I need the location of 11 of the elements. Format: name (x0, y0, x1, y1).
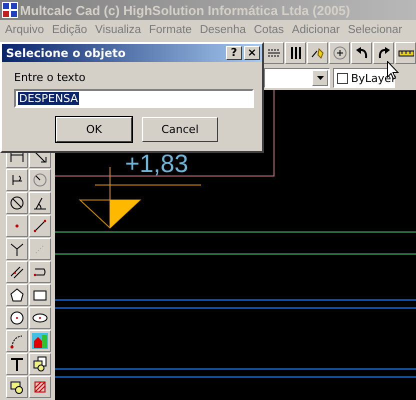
dialog-button[interactable]: Cancel (142, 117, 218, 142)
text-input-field[interactable]: DESPENSA (14, 89, 254, 108)
help-button[interactable]: ? (226, 46, 242, 60)
input-value: DESPENSA (18, 92, 79, 105)
prompt-label: Entre o texto (14, 71, 86, 84)
close-button[interactable]: × (244, 46, 260, 60)
checkbox-label: ByLayer (351, 72, 396, 84)
elevation-label: +1,83 (125, 150, 188, 179)
bylayer-field[interactable]: ByLayer (333, 68, 395, 88)
dialog-title: Selecione o objeto (6, 46, 127, 60)
dialog-button[interactable]: OK (56, 117, 132, 142)
